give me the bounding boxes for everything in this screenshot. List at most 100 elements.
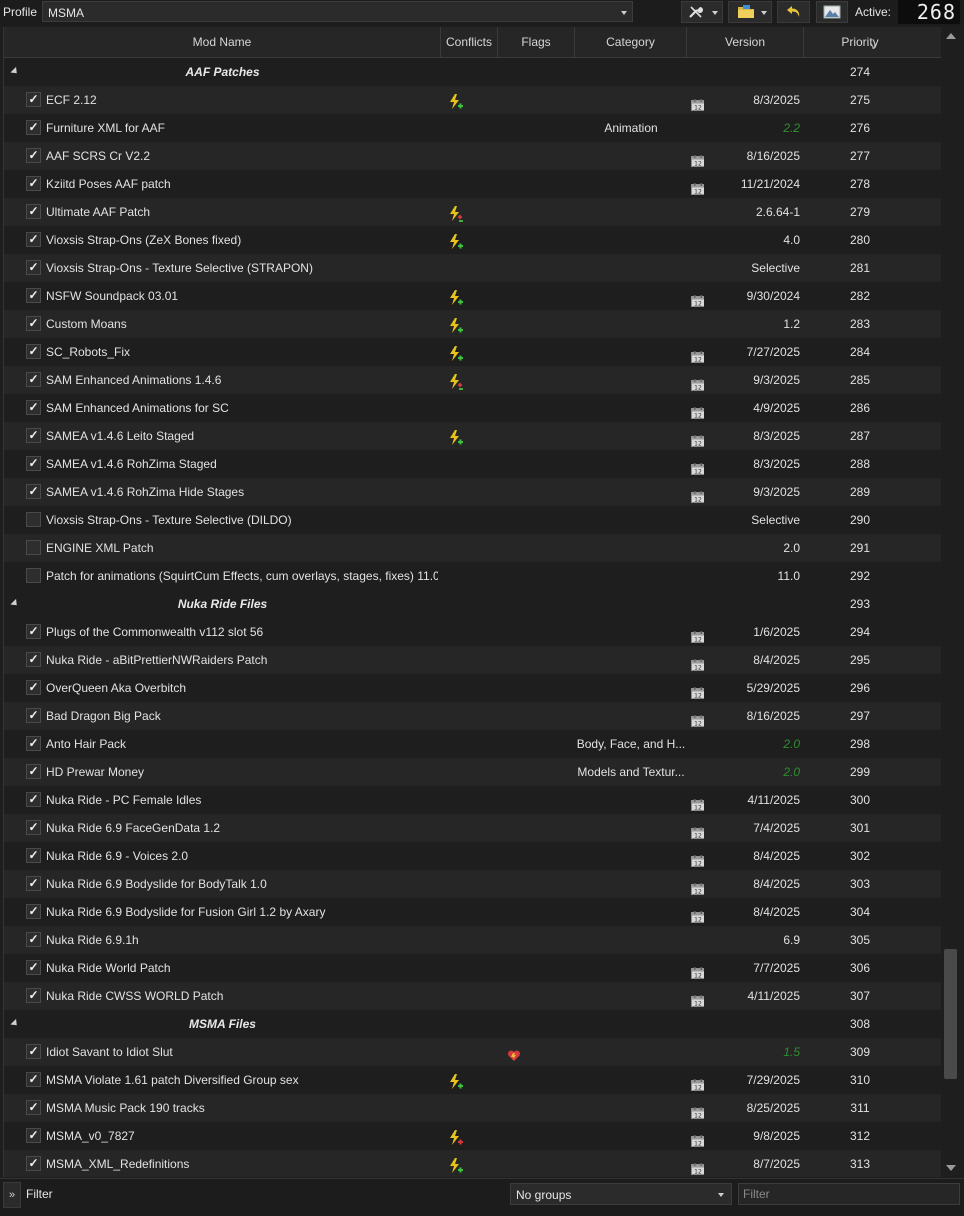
mod-row[interactable]: Vioxsis Strap-Ons - Texture Selective (D… [4,506,942,534]
mod-row[interactable]: ✓ OverQueen Aka Overbitch 12 5/29/2025 296 [4,674,942,702]
mod-enabled-checkbox[interactable]: ✓ [26,764,41,779]
scrollbar-thumb[interactable] [944,949,957,1079]
mod-row[interactable]: ✓ Plugs of the Commonwealth v112 slot 56 1… [4,618,942,646]
mod-row[interactable]: ✓ Nuka Ride World Patch 12 7/7/2025 306 [4,954,942,982]
mod-enabled-checkbox[interactable] [26,512,41,527]
expand-filters-button[interactable]: » [3,1182,21,1208]
scroll-up-arrow-icon[interactable] [946,33,956,39]
filter-input[interactable] [738,1183,960,1205]
mod-enabled-checkbox[interactable]: ✓ [26,260,41,275]
scroll-down-arrow-icon[interactable] [946,1165,956,1171]
column-header-priority[interactable]: Priority [804,27,916,57]
mod-enabled-checkbox[interactable]: ✓ [26,204,41,219]
column-header-version[interactable]: Version [687,27,804,57]
mod-enabled-checkbox[interactable]: ✓ [26,708,41,723]
mod-row[interactable]: ✓ MSMA Violate 1.61 patch Diversified Gro… [4,1066,942,1094]
profiles-button[interactable] [816,1,848,23]
mod-enabled-checkbox[interactable]: ✓ [26,652,41,667]
mod-enabled-checkbox[interactable]: ✓ [26,120,41,135]
mod-row[interactable]: ✓ Kziitd Poses AAF patch 12 11/21/2024 278 [4,170,942,198]
mod-row[interactable]: ✓ Ultimate AAF Patch 2.6.64-1 279 [4,198,942,226]
mod-row[interactable]: ✓ SAM Enhanced Animations for SC 12 4/9/202… [4,394,942,422]
mod-row[interactable]: ✓ Vioxsis Strap-Ons - Texture Selective (… [4,254,942,282]
mod-row[interactable]: ✓ SAMEA v1.4.6 RohZima Hide Stages 12 9/3/2… [4,478,942,506]
column-header-conflicts[interactable]: Conflicts [441,27,498,57]
mod-enabled-checkbox[interactable]: ✓ [26,316,41,331]
mod-row[interactable]: ✓ AAF SCRS Cr V2.2 12 8/16/2025 277 [4,142,942,170]
mod-row[interactable]: ✓ Vioxsis Strap-Ons (ZeX Bones fixed) 4.0 2… [4,226,942,254]
mod-enabled-checkbox[interactable]: ✓ [26,624,41,639]
mod-enabled-checkbox[interactable]: ✓ [26,988,41,1003]
mod-enabled-checkbox[interactable]: ✓ [26,484,41,499]
groups-dropdown[interactable]: No groups [510,1183,732,1205]
mod-enabled-checkbox[interactable]: ✓ [26,400,41,415]
mod-row[interactable]: ✓ ECF 2.12 12 8/3/2025 275 [4,86,942,114]
mod-row[interactable]: ✓ SC_Robots_Fix 12 7/27/2025 284 [4,338,942,366]
mod-enabled-checkbox[interactable]: ✓ [26,456,41,471]
mod-name: ENGINE XML Patch [46,541,154,555]
mod-enabled-checkbox[interactable]: ✓ [26,876,41,891]
mod-row[interactable]: ✓ Nuka Ride 6.9 Bodyslide for Fusion Girl… [4,898,942,926]
mod-row[interactable]: ✓ Nuka Ride 6.9 FaceGenData 1.2 12 7/4/2025… [4,814,942,842]
mod-row[interactable]: ✓ SAM Enhanced Animations 1.4.6 12 9/3/2025… [4,366,942,394]
mod-enabled-checkbox[interactable] [26,540,41,555]
mod-enabled-checkbox[interactable]: ✓ [26,792,41,807]
mod-row[interactable]: ✓ Nuka Ride 6.9 - Voices 2.0 12 8/4/2025 302 [4,842,942,870]
mod-row[interactable]: ✓ Nuka Ride CWSS WORLD Patch 12 4/11/2025 30… [4,982,942,1010]
mod-enabled-checkbox[interactable]: ✓ [26,904,41,919]
column-header-mod-name[interactable]: Mod Name [4,27,441,57]
column-header-flags[interactable]: Flags [498,27,575,57]
separator-row[interactable]: MSMA Files 308 [4,1010,942,1038]
mod-row[interactable]: ✓ HD Prewar Money Models and Textur... 2.0 2… [4,758,942,786]
mod-version: 7/4/2025 [753,821,800,835]
mod-enabled-checkbox[interactable]: ✓ [26,232,41,247]
mod-enabled-checkbox[interactable]: ✓ [26,1044,41,1059]
mod-row[interactable]: ✓ Idiot Savant to Idiot Slut 1.5 309 [4,1038,942,1066]
open-folder-button[interactable] [728,1,772,23]
mod-row[interactable]: ✓ MSMA_v0_7827 12 9/8/2025 312 [4,1122,942,1150]
mod-row[interactable]: ✓ NSFW Soundpack 03.01 12 9/30/2024 282 [4,282,942,310]
mod-enabled-checkbox[interactable]: ✓ [26,1100,41,1115]
mod-enabled-checkbox[interactable]: ✓ [26,820,41,835]
column-header-category[interactable]: Category [575,27,687,57]
mod-row[interactable]: ✓ Nuka Ride 6.9.1h 6.9 305 [4,926,942,954]
mod-enabled-checkbox[interactable]: ✓ [26,960,41,975]
mod-enabled-checkbox[interactable] [26,568,41,583]
tools-button[interactable] [681,1,723,23]
mod-enabled-checkbox[interactable]: ✓ [26,736,41,751]
mod-category [575,310,687,338]
mod-enabled-checkbox[interactable]: ✓ [26,344,41,359]
profile-dropdown[interactable]: MSMA [42,1,633,22]
mod-row[interactable]: ✓ Nuka Ride - PC Female Idles 12 4/11/2025 3… [4,786,942,814]
mod-enabled-checkbox[interactable]: ✓ [26,176,41,191]
mod-row[interactable]: ✓ SAMEA v1.4.6 Leito Staged 12 8/3/2025 287 [4,422,942,450]
mod-enabled-checkbox[interactable]: ✓ [26,1156,41,1171]
mod-row[interactable]: ✓ SAMEA v1.4.6 RohZima Staged 12 8/3/2025 28… [4,450,942,478]
mod-row[interactable]: ✓ MSMA Music Pack 190 tracks 12 8/25/2025 31… [4,1094,942,1122]
mod-row[interactable]: ✓ Nuka Ride - aBitPrettierNWRaiders Patch… [4,646,942,674]
mod-enabled-checkbox[interactable]: ✓ [26,680,41,695]
mod-row[interactable]: Patch for animations (SquirtCum Effects,… [4,562,942,590]
mod-enabled-checkbox[interactable]: ✓ [26,92,41,107]
mod-row[interactable]: ✓ Bad Dragon Big Pack 12 8/16/2025 297 [4,702,942,730]
mod-row[interactable]: ✓ Nuka Ride 6.9 Bodyslide for BodyTalk 1.… [4,870,942,898]
mod-enabled-checkbox[interactable]: ✓ [26,428,41,443]
mod-enabled-checkbox[interactable]: ✓ [26,148,41,163]
separator-row[interactable]: AAF Patches 274 [4,58,942,86]
mod-category [575,1150,687,1177]
priority-value: 297 [849,709,871,723]
mod-row[interactable]: ✓ MSMA_XML_Redefinitions 12 8/7/2025 313 [4,1150,942,1177]
mod-enabled-checkbox[interactable]: ✓ [26,848,41,863]
separator-row[interactable]: Nuka Ride Files 293 [4,590,942,618]
mod-row[interactable]: ENGINE XML Patch 2.0 291 [4,534,942,562]
vertical-scrollbar[interactable] [941,27,961,1177]
mod-enabled-checkbox[interactable]: ✓ [26,1128,41,1143]
mod-row[interactable]: ✓ Furniture XML for AAF Animation 2.2 276 [4,114,942,142]
mod-row[interactable]: ✓ Custom Moans 1.2 283 [4,310,942,338]
mod-enabled-checkbox[interactable]: ✓ [26,1072,41,1087]
restore-backup-button[interactable] [777,1,810,23]
mod-row[interactable]: ✓ Anto Hair Pack Body, Face, and H... 2.0 29… [4,730,942,758]
mod-enabled-checkbox[interactable]: ✓ [26,932,41,947]
mod-enabled-checkbox[interactable]: ✓ [26,288,41,303]
mod-enabled-checkbox[interactable]: ✓ [26,372,41,387]
